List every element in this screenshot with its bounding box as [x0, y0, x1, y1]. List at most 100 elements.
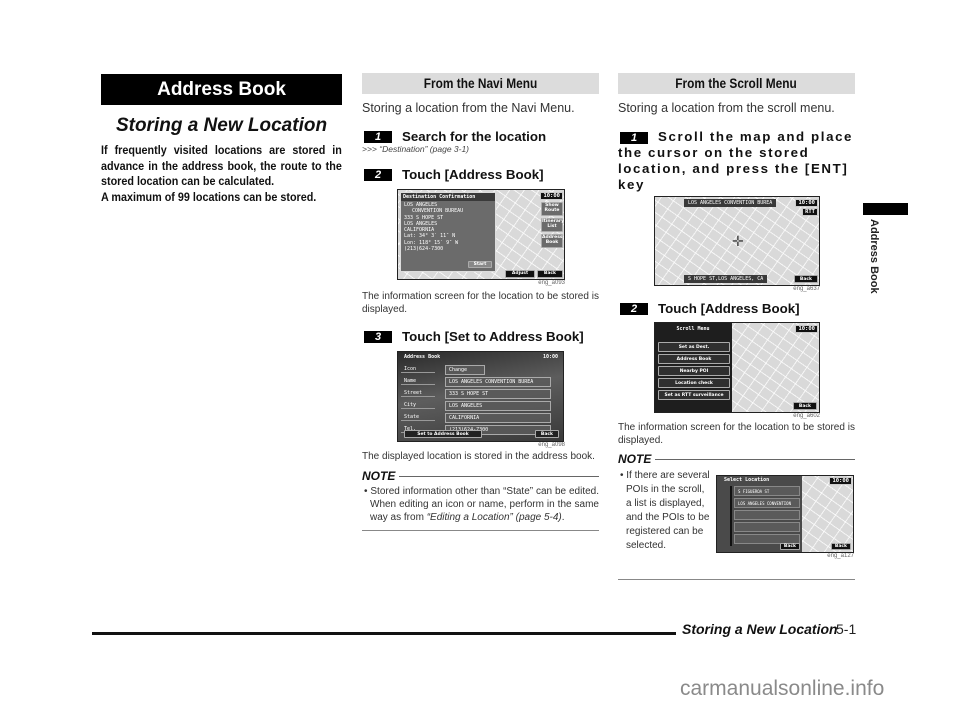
scroll-menu-item[interactable]: Set as Dest.: [658, 342, 730, 352]
location-list-item[interactable]: S FIGUEROA ST: [734, 486, 800, 496]
scroll-menu-item[interactable]: Location check: [658, 378, 730, 388]
location-list-item[interactable]: [734, 522, 800, 532]
step-number: 3: [364, 330, 392, 343]
image-caption: eng_a127: [827, 553, 854, 559]
field-label: Icon: [401, 366, 435, 373]
screen-title: Address Book: [404, 354, 441, 360]
side-tab-label: Address Book: [868, 219, 880, 294]
address-field-row: City LOS ANGELES: [401, 400, 560, 411]
map-back-button[interactable]: Back: [831, 543, 851, 550]
step-title: Search for the location: [402, 129, 547, 144]
location-name-label: LOS ANGELES CONVENTION BUREA: [684, 199, 777, 207]
page-number: 5-1: [836, 621, 857, 637]
clock: 10:00: [795, 325, 818, 333]
address-fields: Icon Change Name LOS ANGELES CONVENTION BUR…: [401, 364, 560, 436]
note-body: If there are several POIs in the scroll,…: [626, 470, 710, 551]
start-button[interactable]: Start: [468, 261, 492, 268]
intro-paragraph: If frequently visited locations are stor…: [101, 144, 342, 188]
clock: 10:00: [829, 477, 852, 485]
note-end: .: [561, 512, 565, 523]
note-heading: NOTE: [618, 452, 855, 466]
step-1: 1 Search for the location: [362, 129, 599, 144]
field-label: City: [401, 402, 435, 409]
scroll-menu-list: Set as Dest. Address Book Nearby POI Locati…: [658, 342, 730, 402]
field-value[interactable]: LOS ANGELES CONVENTION BUREA: [445, 376, 551, 387]
navi-menu-header-text: From the Navi Menu: [423, 76, 538, 91]
step-title: Touch [Address Book]: [402, 167, 544, 182]
address-field-row: Icon Change: [401, 364, 560, 375]
menu-title: Scroll Menu: [676, 326, 710, 332]
back-button[interactable]: Back: [794, 275, 818, 283]
scroll-menu-screenshot: Scroll Menu Set as Dest. Address Book Near…: [654, 322, 820, 413]
side-tab-marker: [863, 203, 908, 215]
step-number: 2: [620, 302, 648, 315]
step-number: 2: [364, 168, 392, 181]
cursor-icon: ✛: [732, 233, 744, 249]
field-value[interactable]: CALIFORNIA: [445, 412, 551, 423]
scroll-menu-item[interactable]: Set as RTT surveillance: [658, 390, 730, 400]
image-caption: eng_a602: [793, 413, 820, 419]
scroll-menu-item[interactable]: Address Book: [658, 354, 730, 364]
back-button[interactable]: Back: [780, 543, 800, 550]
step-number: 1: [620, 132, 648, 144]
scroll-menu-section: From the Scroll Menu Storing a location …: [618, 73, 855, 580]
scroll-menu-header-text: From the Scroll Menu: [675, 76, 798, 91]
set-to-address-book-button[interactable]: Set to Address Book: [404, 430, 482, 438]
field-value[interactable]: LOS ANGELES: [445, 400, 551, 411]
field-label: State: [401, 414, 435, 421]
field-value[interactable]: 333 S HOPE ST: [445, 388, 551, 399]
step-3-text: The displayed location is stored in the …: [362, 451, 595, 462]
step-2: 2 Touch [Address Book]: [618, 301, 855, 316]
step-title: Scroll the map and place the cursor on t…: [618, 129, 854, 192]
image-caption: eng_a098: [538, 442, 565, 448]
clock: 10:00: [795, 199, 818, 207]
step-1: 1 Scroll the map and place the cursor on …: [618, 129, 855, 193]
field-label: Name: [401, 378, 435, 385]
rtt-button[interactable]: RTT: [802, 208, 818, 216]
back-button[interactable]: Back: [535, 430, 559, 438]
scroll-menu-item[interactable]: Nearby POI: [658, 366, 730, 376]
scroll-menu-lead: Storing a location from the scroll menu.: [618, 101, 835, 115]
show-route-button[interactable]: Show Route: [541, 202, 563, 216]
step-2-text: The information screen for the location …: [618, 422, 855, 446]
step-3: 3 Touch [Set to Address Book]: [362, 329, 599, 344]
note-bottom-rule: [362, 530, 599, 531]
address-label: S HOPE ST,LOS ANGELES, CA: [684, 275, 768, 283]
address-book-button[interactable]: Address Book: [541, 234, 563, 248]
address-field-row: Name LOS ANGELES CONVENTION BUREA: [401, 376, 560, 387]
scroll-bar[interactable]: [730, 486, 732, 546]
info-line: (213)624-7300: [404, 246, 444, 253]
image-caption: eng_a637: [793, 286, 820, 292]
note-text: • If there are several POIs in the scrol…: [618, 469, 710, 559]
info-lines: LOS ANGELES CONVENTION BUREAU 333 S HOPE S…: [401, 201, 495, 253]
note-label: NOTE: [362, 469, 396, 483]
step-1-reference-link[interactable]: >>> “Destination” (page 3-1): [362, 144, 599, 154]
adjust-button[interactable]: Adjust: [505, 270, 535, 278]
step-title: Touch [Address Book]: [658, 301, 800, 316]
back-button[interactable]: Back: [537, 270, 563, 278]
location-list-item[interactable]: [734, 510, 800, 520]
step-2: 2 Touch [Address Book]: [362, 167, 599, 182]
location-list-item[interactable]: LOS ANGELES CONVENTION: [734, 498, 800, 508]
navi-menu-lead: Storing a location from the Navi Menu.: [362, 101, 575, 115]
address-field-row: Street 333 S HOPE ST: [401, 388, 560, 399]
section-title: Storing a New Location: [115, 115, 328, 136]
note-reference-link[interactable]: “Editing a Location” (page 5-4): [427, 512, 562, 523]
step-number: 1: [364, 130, 392, 143]
note-bottom-rule: [618, 579, 855, 580]
clock: 10:00: [542, 354, 558, 360]
address-book-screenshot: Address Book 10:00 Icon Change Name LOS ANG…: [397, 351, 564, 442]
destination-confirmation-screenshot: Destination Confirmation LOS ANGELES CONV…: [397, 189, 565, 280]
field-label: Street: [401, 390, 435, 397]
navi-menu-section: From the Navi Menu Storing a location fr…: [362, 73, 599, 531]
location-list: S FIGUEROA ST LOS ANGELES CONVENTION: [734, 486, 800, 546]
itinerary-list-button[interactable]: Itinerary List: [541, 218, 564, 232]
watermark: carmanualsonline.info: [680, 677, 885, 700]
address-field-row: State CALIFORNIA: [401, 412, 560, 423]
footer-rule: [92, 632, 676, 635]
scroll-menu-header: From the Scroll Menu: [618, 73, 855, 94]
field-value[interactable]: Change: [445, 364, 485, 375]
note-heading: NOTE: [362, 469, 599, 483]
back-button[interactable]: Back: [793, 402, 817, 410]
intro-max: A maximum of 99 locations can be stored.: [101, 190, 317, 204]
